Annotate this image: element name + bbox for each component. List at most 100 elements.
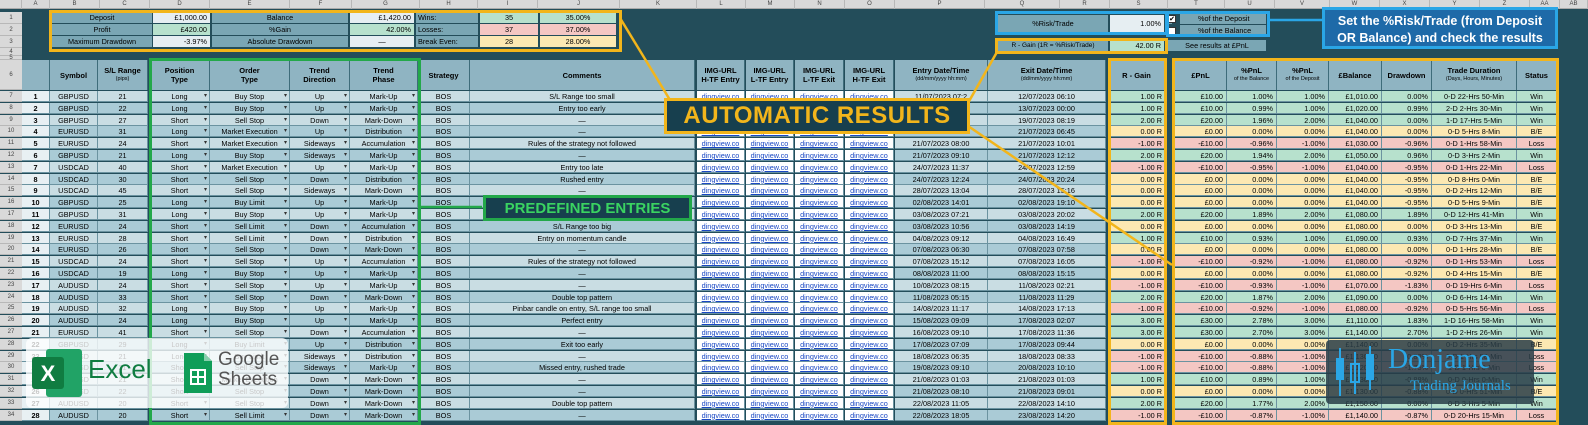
cell-order-type[interactable]: Buy Stop (210, 209, 290, 220)
cell-drawdown[interactable]: -0.96% (1382, 138, 1432, 150)
cell-entry-datetime[interactable]: 22/08/2023 18:05 (895, 409, 988, 421)
cell-sl-range[interactable]: 24 (98, 279, 148, 291)
cell-trend-phase[interactable]: Mark-Up (350, 209, 418, 220)
cell-sl-range[interactable]: 26 (98, 244, 148, 256)
cell-index[interactable]: 15 (22, 256, 50, 268)
image-url-link[interactable]: dingview.co (697, 138, 745, 150)
cell-sl-range[interactable]: 24 (98, 220, 148, 232)
cell-trend-phase[interactable]: Accumulation (350, 256, 418, 268)
cell-r-gain[interactable]: -1.00 R (1108, 409, 1166, 421)
cell-comments[interactable]: — (470, 268, 695, 279)
cell-trend-direction[interactable]: Sideways (290, 185, 350, 197)
cell-pnl-deposit[interactable]: -1.00% (1277, 362, 1329, 374)
cell-trade-duration[interactable]: 0-D 8-Hrs 0-Min (1432, 173, 1517, 185)
cell-position-type[interactable]: Long (150, 197, 210, 209)
cell-symbol[interactable]: AUDUSD (50, 291, 98, 303)
cell-pnl[interactable]: £20.00 (1175, 397, 1227, 409)
cell-trend-direction[interactable]: Up (290, 279, 350, 291)
cell-entry-datetime[interactable]: 21/07/2023 09:10 (895, 150, 988, 161)
image-url-link[interactable]: dingview.co (697, 256, 745, 268)
image-url-link[interactable]: dingview.co (795, 173, 844, 185)
image-url-link[interactable]: dingview.co (795, 220, 844, 232)
cell-r-gain[interactable]: -1.00 R (1108, 256, 1166, 268)
cell-trend-direction[interactable]: Down (290, 291, 350, 303)
cell-comments[interactable]: — (470, 150, 695, 161)
cell-entry-datetime[interactable]: 14/08/2023 11:17 (895, 303, 988, 315)
cell-sl-range[interactable]: 31 (98, 126, 148, 138)
cell-order-type[interactable]: Sell Stop (210, 185, 290, 197)
cell-position-type[interactable]: Short (150, 232, 210, 244)
cell-exit-datetime[interactable]: 18/08/2023 08:33 (988, 350, 1106, 362)
cell-strategy[interactable]: BOS (418, 91, 470, 102)
cell-index[interactable]: 16 (22, 268, 50, 279)
cell-pnl-deposit[interactable]: -1.00% (1277, 256, 1329, 268)
cell-sl-range[interactable]: 20 (98, 409, 148, 421)
cell-entry-datetime[interactable]: 03/08/2023 10:56 (895, 220, 988, 232)
cell-pnl-deposit[interactable]: 1.00% (1277, 374, 1329, 386)
cell-symbol[interactable]: USDCAD (50, 268, 98, 279)
cell-strategy[interactable]: BOS (418, 386, 470, 397)
cell-exit-datetime[interactable]: 11/08/2023 02:21 (988, 279, 1106, 291)
cell-trend-phase[interactable]: Mark-Up (350, 279, 418, 291)
cell-pnl-deposit[interactable]: 1.00% (1277, 102, 1329, 114)
column-letter[interactable]: J (538, 0, 620, 9)
column-letter[interactable]: B (50, 0, 100, 9)
cell-pnl[interactable]: £0.00 (1175, 268, 1227, 279)
image-url-link[interactable]: dingview.co (746, 386, 794, 397)
cell-trend-phase[interactable]: Mark-Down (350, 409, 418, 421)
cell-pnl[interactable]: £30.00 (1175, 315, 1227, 327)
column-letter[interactable]: C (100, 0, 150, 9)
image-url-link[interactable]: dingview.co (795, 397, 844, 409)
cell-comments[interactable]: — (470, 386, 695, 397)
row-number[interactable]: 9 (0, 114, 22, 126)
cell-drawdown[interactable]: -0.92% (1382, 303, 1432, 315)
image-url-link[interactable]: dingview.co (746, 256, 794, 268)
image-url-link[interactable]: dingview.co (746, 397, 794, 409)
cell-drawdown[interactable]: 2.70% (1382, 327, 1432, 338)
cell-exit-datetime[interactable]: 21/07/2023 10:01 (988, 138, 1106, 150)
cell-strategy[interactable]: BOS (418, 291, 470, 303)
cell-position-type[interactable]: Long (150, 209, 210, 220)
cell-pnl-balance[interactable]: 0.00% (1227, 185, 1277, 197)
cell-strategy[interactable]: BOS (418, 114, 470, 126)
cell-trade-duration[interactable]: 1-D 17-Hrs 5-Min (1432, 114, 1517, 126)
cell-strategy[interactable]: BOS (418, 303, 470, 315)
cell-sl-range[interactable]: 30 (98, 173, 148, 185)
cell-strategy[interactable]: BOS (418, 397, 470, 409)
cell-strategy[interactable]: BOS (418, 374, 470, 386)
cell-drawdown[interactable]: 0.99% (1382, 102, 1432, 114)
cell-comments[interactable]: Double top pattern (470, 397, 695, 409)
cell-strategy[interactable]: BOS (418, 197, 470, 209)
image-url-link[interactable]: dingview.co (697, 350, 745, 362)
cell-pnl[interactable]: £0.00 (1175, 126, 1227, 138)
cell-entry-datetime[interactable]: 21/07/2023 08:00 (895, 138, 988, 150)
cell-entry-datetime[interactable]: 08/08/2023 11:00 (895, 268, 988, 279)
cell-balance[interactable]: £1,030.00 (1329, 138, 1382, 150)
cell-r-gain[interactable]: 0.00 R (1108, 244, 1166, 256)
cell-drawdown[interactable]: -0.95% (1382, 185, 1432, 197)
cell-comments[interactable]: — (470, 327, 695, 338)
cell-balance[interactable]: £1,080.00 (1329, 303, 1382, 315)
cell-pnl-deposit[interactable]: 0.00% (1277, 197, 1329, 209)
row-number[interactable]: 16 (0, 197, 22, 209)
cell-index[interactable]: 8 (22, 173, 50, 185)
cell-pnl[interactable]: £20.00 (1175, 150, 1227, 161)
image-url-link[interactable]: dingview.co (795, 291, 844, 303)
image-url-link[interactable]: dingview.co (795, 150, 844, 161)
cell-status[interactable]: B/E (1517, 173, 1557, 185)
cell-exit-datetime[interactable]: 11/08/2023 11:29 (988, 291, 1106, 303)
cell-pnl-deposit[interactable]: 0.00% (1277, 173, 1329, 185)
cell-pnl-balance[interactable]: -0.92% (1227, 256, 1277, 268)
image-url-link[interactable]: dingview.co (795, 244, 844, 256)
column-letter[interactable]: A (22, 0, 50, 9)
cell-entry-datetime[interactable]: 16/08/2023 09:10 (895, 327, 988, 338)
cell-entry-datetime[interactable]: 22/08/2023 11:05 (895, 397, 988, 409)
image-url-link[interactable]: dingview.co (795, 138, 844, 150)
cell-strategy[interactable]: BOS (418, 327, 470, 338)
cell-strategy[interactable]: BOS (418, 138, 470, 150)
row-number[interactable]: 17 (0, 209, 22, 220)
row-number[interactable]: 14 (0, 173, 22, 185)
cell-trend-phase[interactable]: Mark-Down (350, 374, 418, 386)
cell-trade-duration[interactable]: 0-D 19-Hrs 6-Min (1432, 279, 1517, 291)
row-number[interactable]: 29 (0, 350, 22, 362)
